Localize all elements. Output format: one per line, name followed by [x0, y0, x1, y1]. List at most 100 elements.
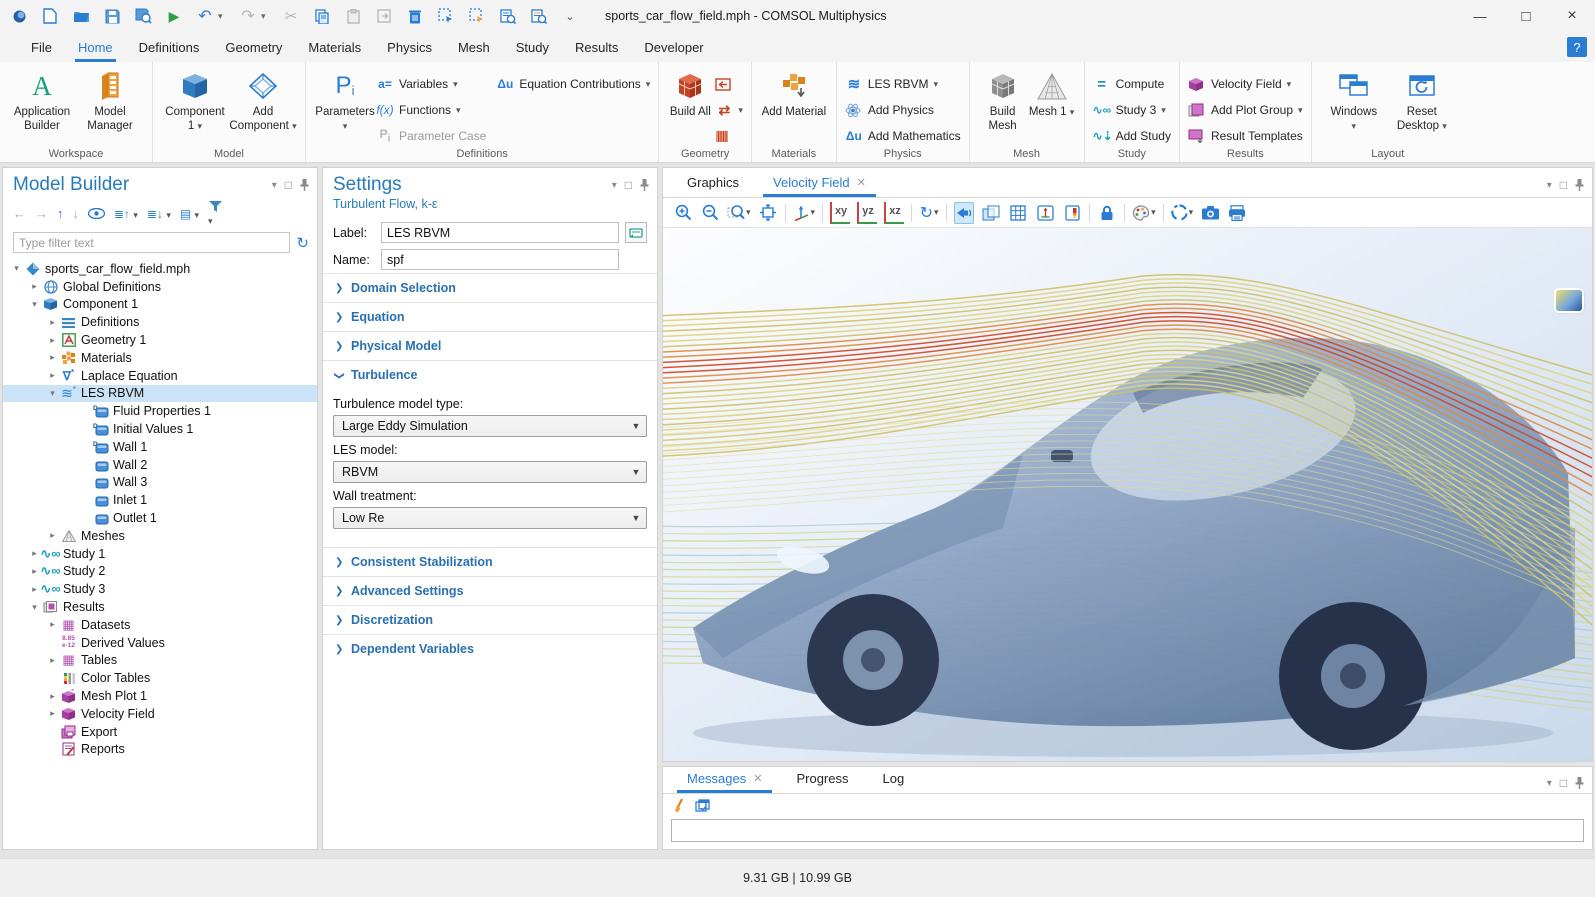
tab-home[interactable]: Home [65, 32, 126, 62]
add-physics-button[interactable]: Add Physics [845, 98, 961, 122]
section-dependent-variables[interactable]: ❯Dependent Variables [323, 634, 657, 663]
zoom-out-icon[interactable] [700, 202, 720, 224]
tree-item-wall-2[interactable]: Wall 2 [3, 456, 317, 474]
wall-treatment-select[interactable]: Low Re▼ [333, 507, 647, 529]
paste-button[interactable] [344, 7, 362, 25]
help-button[interactable]: ? [1567, 37, 1587, 57]
tab-messages[interactable]: Messages✕ [677, 771, 772, 793]
section-advanced-settings[interactable]: ❯Advanced Settings [323, 576, 657, 605]
panel-menu-icon[interactable]: ▾ [1547, 778, 1552, 789]
find-replace-button[interactable] [530, 7, 548, 25]
tree-item-color-tables[interactable]: Color Tables [3, 669, 317, 687]
open-messages-window-icon[interactable] [695, 799, 710, 812]
tree-item-study-1[interactable]: ▸∿∞Study 1 [3, 545, 317, 563]
update-geometry-button[interactable]: ⇄▾ [715, 98, 743, 122]
run-button[interactable]: ▶ [165, 7, 183, 25]
tree-item-wall-3[interactable]: Wall 3 [3, 474, 317, 492]
undo-dropdown[interactable]: ▾ [218, 11, 226, 22]
tree-item-les-rbvm[interactable]: ▾≋*LES RBVM [3, 385, 317, 403]
axis-indicator-icon[interactable] [1035, 202, 1055, 224]
section-physical-model[interactable]: ❯Physical Model [323, 331, 657, 360]
plot-thumbnail-icon[interactable] [1556, 290, 1582, 311]
result-templates-button[interactable]: Result Templates [1188, 124, 1303, 148]
transparency-icon[interactable] [981, 202, 1001, 224]
tree-item-tables[interactable]: ▸▦Tables [3, 652, 317, 670]
open-file-button[interactable] [72, 7, 90, 25]
tree-item-export[interactable]: Export [3, 723, 317, 741]
label-input[interactable] [381, 222, 619, 243]
redo-button[interactable]: ↷ [239, 7, 257, 25]
redo-dropdown[interactable]: ▾ [261, 11, 269, 22]
tree-item-component-1[interactable]: ▾Component 1 [3, 296, 317, 314]
node-columns-icon[interactable]: ▤ ▾ [180, 207, 199, 221]
tab-definitions[interactable]: Definitions [126, 32, 213, 62]
scene-light-icon[interactable] [954, 202, 974, 224]
panel-menu-icon[interactable]: ▾ [272, 180, 277, 191]
tree-item-derived-values[interactable]: 8.85e-12Derived Values [3, 634, 317, 652]
virtual-operations-button[interactable] [715, 124, 743, 148]
tab-study[interactable]: Study [503, 32, 562, 62]
tree-item-root[interactable]: ▾sports_car_flow_field.mph [3, 260, 317, 278]
mesh-1-button[interactable]: Mesh 1 ▾ [1028, 68, 1076, 119]
graphics-canvas[interactable] [663, 228, 1592, 761]
lock-icon[interactable] [1097, 202, 1117, 224]
velocity-field-plot-button[interactable]: Velocity Field ▾ [1188, 72, 1303, 96]
turbulence-model-type-select[interactable]: Large Eddy Simulation▼ [333, 415, 647, 437]
find-button[interactable] [499, 7, 517, 25]
tab-physics[interactable]: Physics [374, 32, 445, 62]
variables-button[interactable]: a=Variables ▾ [376, 72, 486, 96]
filter-funnel-icon[interactable]: ▾ [208, 200, 223, 227]
view-xz-icon[interactable]: xz [884, 202, 904, 224]
physics-interface-button[interactable]: ≋LES RBVM ▾ [845, 72, 961, 96]
back-icon[interactable]: ← [13, 206, 26, 221]
delete-button[interactable] [406, 7, 424, 25]
float-icon[interactable]: □ [1560, 776, 1567, 790]
tree-item-materials[interactable]: ▸Materials [3, 349, 317, 367]
messages-output-field[interactable] [671, 819, 1584, 842]
tab-developer[interactable]: Developer [631, 32, 716, 62]
cut-button[interactable]: ✂ [282, 7, 300, 25]
tree-item-datasets[interactable]: ▸▦Datasets [3, 616, 317, 634]
name-input[interactable] [381, 249, 619, 270]
add-plot-group-button[interactable]: Add Plot Group ▾ [1188, 98, 1303, 122]
tree-item-outlet-1[interactable]: Outlet 1 [3, 509, 317, 527]
section-consistent-stabilization[interactable]: ❯Consistent Stabilization [323, 547, 657, 576]
add-component-button[interactable]: Add Component ▾ [229, 68, 297, 134]
les-model-select[interactable]: RBVM▼ [333, 461, 647, 483]
tree-item-study-3[interactable]: ▸∿∞Study 3 [3, 580, 317, 598]
zoom-in-icon[interactable] [673, 202, 693, 224]
tab-velocity-field-window[interactable]: Velocity Field✕ [763, 175, 876, 197]
close-tab-icon[interactable]: ✕ [753, 772, 762, 785]
save-button[interactable] [103, 7, 121, 25]
duplicate-button[interactable] [375, 7, 393, 25]
reset-desktop-button[interactable]: Reset Desktop ▾ [1388, 68, 1456, 134]
build-mesh-button[interactable]: Build Mesh [978, 68, 1028, 134]
pin-icon[interactable] [1575, 179, 1584, 191]
color-legend-icon[interactable] [1062, 202, 1082, 224]
tree-item-study-2[interactable]: ▸∿∞Study 2 [3, 563, 317, 581]
section-equation[interactable]: ❯Equation [323, 302, 657, 331]
float-icon[interactable]: □ [625, 178, 632, 192]
windows-button[interactable]: Windows▾ [1320, 68, 1388, 134]
panel-menu-icon[interactable]: ▾ [1547, 180, 1552, 191]
maximize-button[interactable]: □ [1503, 0, 1549, 32]
tree-item-velocity-field[interactable]: ▸Velocity Field [3, 705, 317, 723]
deselect-box-button[interactable] [468, 7, 486, 25]
clear-messages-icon[interactable] [673, 798, 686, 813]
forward-icon[interactable]: → [35, 206, 48, 221]
tab-materials[interactable]: Materials [295, 32, 374, 62]
tab-results[interactable]: Results [562, 32, 631, 62]
functions-button[interactable]: f(x)Functions ▾ [376, 98, 486, 122]
tree-item-laplace-equation[interactable]: ▸∇*Laplace Equation [3, 367, 317, 385]
select-box-button[interactable] [437, 7, 455, 25]
tab-file[interactable]: File [18, 32, 65, 62]
section-turbulence[interactable]: ❯Turbulence [323, 360, 657, 389]
tree-item-results[interactable]: ▾Results [3, 598, 317, 616]
move-down-icon[interactable]: ↓ [73, 206, 80, 221]
refresh-icon[interactable]: ↻ [296, 234, 309, 252]
tree-item-wall-1[interactable]: DWall 1 [3, 438, 317, 456]
pin-icon[interactable] [300, 179, 309, 191]
add-material-button[interactable]: Add Material [760, 68, 828, 119]
section-discretization[interactable]: ❯Discretization [323, 605, 657, 634]
color-palette-icon[interactable]: ▾ [1132, 202, 1156, 224]
